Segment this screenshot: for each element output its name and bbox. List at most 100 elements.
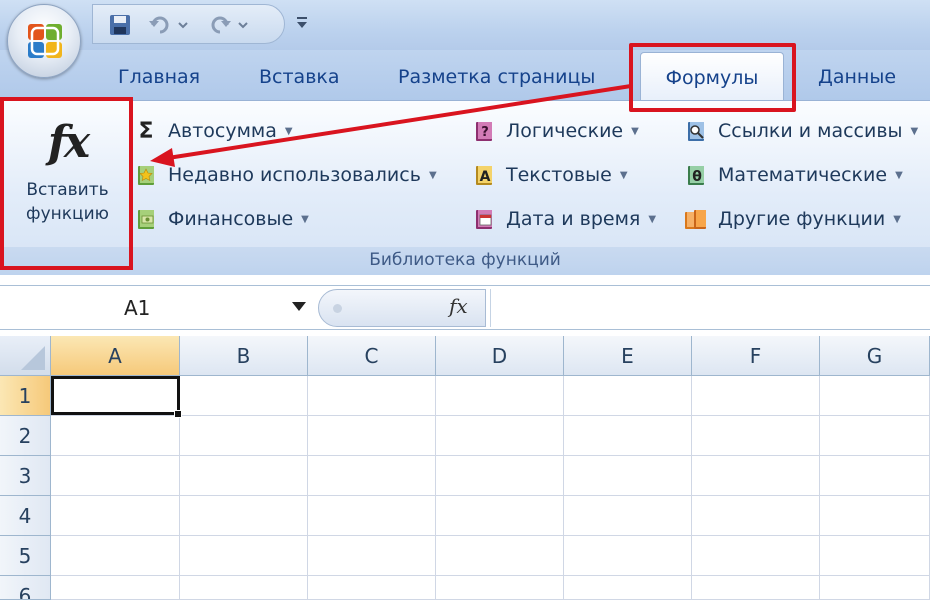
chevron-down-icon: ▼ (895, 169, 903, 181)
tab-home[interactable]: Главная (118, 66, 200, 88)
cell[interactable] (820, 416, 930, 456)
cell[interactable] (436, 376, 564, 416)
cell[interactable] (51, 576, 180, 600)
cell[interactable] (51, 536, 180, 576)
cell[interactable] (308, 576, 436, 600)
logical-button[interactable]: ? Логические ▼ (470, 114, 639, 148)
math-trig-button[interactable]: θ Математические ▼ (682, 158, 903, 192)
autosum-button[interactable]: Σ Автосумма ▼ (132, 114, 292, 148)
cell[interactable] (308, 536, 436, 576)
chevron-down-icon: ▼ (301, 213, 309, 225)
save-icon[interactable] (105, 11, 135, 39)
cell[interactable] (51, 456, 180, 496)
tab-page-layout[interactable]: Разметка страницы (398, 66, 595, 88)
chevron-down-icon: ▼ (893, 213, 901, 225)
cell[interactable] (564, 416, 692, 456)
cell[interactable] (180, 376, 308, 416)
text-functions-button[interactable]: A Текстовые ▼ (470, 158, 628, 192)
cell[interactable] (51, 416, 180, 456)
financial-button[interactable]: Финансовые ▼ (132, 202, 309, 236)
row-header-1[interactable]: 1 (0, 376, 51, 416)
cell[interactable] (692, 456, 820, 496)
formula-input[interactable] (490, 289, 928, 327)
column-header-b[interactable]: B (180, 336, 308, 376)
cell[interactable] (180, 536, 308, 576)
cell[interactable] (692, 576, 820, 600)
cell[interactable] (564, 576, 692, 600)
cell[interactable] (436, 416, 564, 456)
cell[interactable] (692, 496, 820, 536)
books-icon (682, 205, 710, 233)
cell[interactable] (820, 376, 930, 416)
row-header-4[interactable]: 4 (0, 496, 51, 536)
cell[interactable] (692, 376, 820, 416)
question-book-icon: ? (470, 117, 498, 145)
cell[interactable] (180, 576, 308, 600)
column-header-a[interactable]: A (51, 336, 180, 376)
undo-icon[interactable] (145, 11, 193, 39)
active-cell-a1[interactable] (51, 376, 180, 415)
cell[interactable] (692, 416, 820, 456)
cell[interactable] (436, 496, 564, 536)
more-functions-button[interactable]: Другие функции ▼ (682, 202, 901, 236)
lookup-reference-button[interactable]: Ссылки и массивы ▼ (682, 114, 918, 148)
tab-data[interactable]: Данные (818, 66, 896, 88)
row-header-5[interactable]: 5 (0, 536, 51, 576)
cell[interactable] (180, 496, 308, 536)
redo-icon[interactable] (205, 11, 253, 39)
cell[interactable] (51, 496, 180, 536)
recently-used-button[interactable]: Недавно использовались ▼ (132, 158, 437, 192)
svg-text:A: A (480, 169, 491, 185)
cell[interactable] (180, 456, 308, 496)
cell[interactable] (180, 416, 308, 456)
financial-label: Финансовые (168, 208, 294, 230)
cell[interactable] (436, 536, 564, 576)
cell[interactable] (692, 536, 820, 576)
worksheet-grid: A B C D E F G 1 2 3 4 5 6 (0, 336, 930, 600)
cell[interactable] (820, 496, 930, 536)
cell[interactable] (564, 456, 692, 496)
column-header-c[interactable]: C (308, 336, 436, 376)
cell[interactable] (820, 576, 930, 600)
text-functions-label: Текстовые (506, 164, 612, 186)
column-header-e[interactable]: E (564, 336, 692, 376)
fill-handle[interactable] (174, 410, 182, 418)
cell[interactable] (308, 496, 436, 536)
quick-access-toolbar (92, 4, 285, 44)
date-time-label: Дата и время (506, 208, 641, 230)
chevron-down-icon: ▼ (910, 125, 919, 137)
name-box[interactable]: A1 (2, 289, 314, 327)
cell[interactable] (308, 416, 436, 456)
recently-used-label: Недавно использовались (168, 164, 421, 186)
office-button[interactable] (7, 4, 81, 78)
chevron-down-icon[interactable] (292, 302, 306, 311)
svg-text:θ: θ (692, 169, 702, 185)
cell[interactable] (436, 456, 564, 496)
cell[interactable] (564, 376, 692, 416)
magnifier-book-icon (682, 117, 710, 145)
cell[interactable] (436, 576, 564, 600)
function-library-group-caption: Библиотека функций (0, 247, 930, 275)
row-header-3[interactable]: 3 (0, 456, 51, 496)
math-trig-label: Математические (718, 164, 888, 186)
column-header-g[interactable]: G (820, 336, 930, 376)
theta-book-icon: θ (682, 161, 710, 189)
column-header-f[interactable]: F (692, 336, 820, 376)
cell[interactable] (564, 496, 692, 536)
cell[interactable] (308, 376, 436, 416)
cell[interactable] (564, 536, 692, 576)
money-book-icon (132, 205, 160, 233)
row-header-6[interactable]: 6 (0, 576, 51, 600)
select-all-button[interactable] (0, 336, 51, 376)
cell[interactable] (820, 456, 930, 496)
cell[interactable] (308, 456, 436, 496)
splitter-handle-icon[interactable] (333, 304, 342, 313)
cell[interactable] (820, 536, 930, 576)
tab-insert[interactable]: Вставка (259, 66, 340, 88)
insert-function-fx-button[interactable]: fx (318, 289, 486, 327)
row-header-2[interactable]: 2 (0, 416, 51, 456)
column-header-d[interactable]: D (436, 336, 564, 376)
date-time-button[interactable]: Дата и время ▼ (470, 202, 656, 236)
insert-function-highlight (0, 97, 133, 270)
customize-qat-icon[interactable] (292, 14, 312, 34)
